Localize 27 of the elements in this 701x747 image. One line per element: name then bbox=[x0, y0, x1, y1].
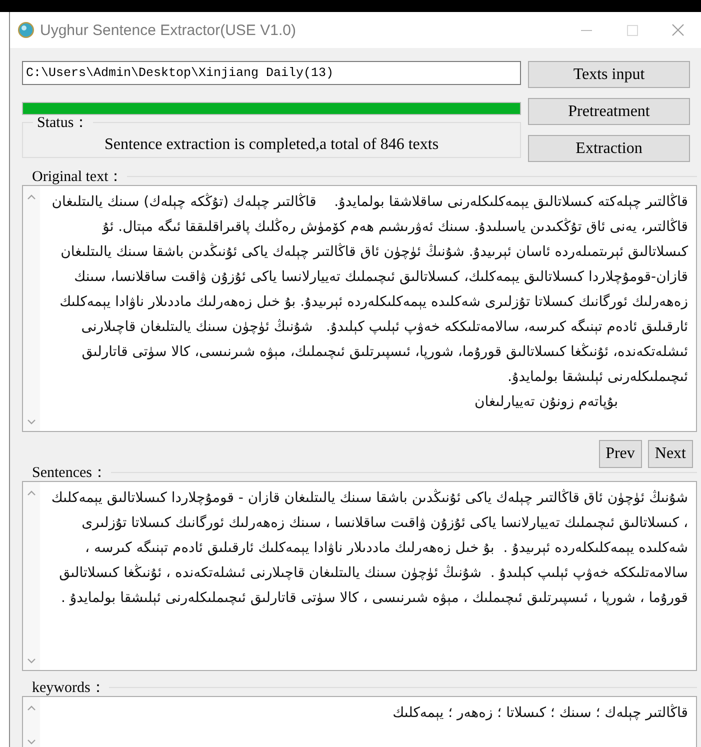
scroll-down-icon[interactable] bbox=[27, 658, 36, 664]
scroll-up-icon[interactable] bbox=[27, 490, 36, 496]
keywords-area[interactable]: قاڭالتىر چېلەك ؛ سىنك ؛ كىسلاتا ؛ زەھەر ؛ يېمەكلىك bbox=[22, 696, 697, 747]
byline-text: بۇپاتەم زونۇن تەييارلىغان bbox=[473, 393, 618, 412]
sentences-label: Sentences： bbox=[31, 464, 108, 482]
sentences-text: شۇنىڭ ئۈچۈن ئاق قاڭالتىر چېلەك ياكى ئۇنىڭدىن باشقا سىنك يالىتلىغان قازان - قومۇچلاردا كىسلاتالىق يېمەكلىك ، كىسلاتالىق ئىچىملىك تەييارلانسا ياكى ئۇزۇن ۋاقىت ساقلانسا ، سىنك زەھەرلىك ئورگانىك كىسلاتا تۇزلىرى شەكلىدە يېمەكلىكلەردە ئېرىيدۇ . بۇ خىل زەھەرلىك ماددىلار ناۋادا يېمەكلىك ئارقىلىق ئادەم تېنىگە كىرسە ، سالامەتلىككە خەۋپ ئېلىپ كېلىدۇ . شۇنىڭ ئۈچۈن سىنك يالىتلىغان قاچىلارنى ئىشلەتكەندە ، ئۇنىڭغا كىسلاتالىق قورۇما ، شورپا ، ئىسپىرتلىق ئىچىملىك ، مېۋە شىرنىسى ، كالا سۈتى قاتارلىق ئىچىملىكلەرنى ئېلىشقا بولمايدۇ . bbox=[50, 488, 688, 608]
keywords-label: keywords： bbox=[31, 679, 106, 697]
next-button[interactable]: Next bbox=[648, 440, 693, 468]
path-field[interactable]: C:\Users\Admin\Desktop\Xinjiang Daily(13) bbox=[22, 61, 521, 85]
previous-button[interactable]: Prev bbox=[598, 440, 642, 468]
window-title: Uyghur Sentence Extractor(USE V1.0) bbox=[40, 22, 297, 38]
scroll-down-icon[interactable] bbox=[27, 739, 36, 745]
extraction-button[interactable]: Extraction bbox=[528, 135, 690, 162]
texts-input-button[interactable]: Texts input bbox=[528, 61, 690, 88]
status-message: Sentence extraction is completed,a total of 846 texts bbox=[103, 136, 440, 154]
globe-icon bbox=[18, 22, 34, 38]
article-text: قاڭالتىر چېلەكتە كىسلاتالىق يېمەكلىكلەرنى ساقلاشقا بولمايدۇ. قاڭالتىر چېلەك (تۇڭكە چېلەك) سىنك يالىتلىغان قاڭالتىر، يەنى ئاق تۇڭكىدىن ياسىلىدۇ. سىنك ئەۋرىشىم ھەم كۆمۈش رەڭلىك پاقىراقلىققا ئىگە مېتال. ئۇ كىسلاتالىق ئېرىتمىلەردە ئاسان ئېرىيدۇ. شۇنىڭ ئۈچۈن ئاق قاڭالتىر چېلەك ياكى ئۇنىڭدىن باشقا سىنك يالىتلىغان قازان-قومۇچلاردا كىسلاتالىق يېمەكلىك، كىسلاتالىق ئىچىملىك تەييارلانسا ياكى ئۇزۇن ۋاقىت ساقلانسا، سىنك زەھەرلىك ئورگانىك كىسلاتا تۇزلىرى شەكلىدە يېمەكلىكلەردە ئېرىيدۇ. بۇ خىل زەھەرلىك ماددىلار ناۋادا يېمەكلىك ئارقىلىق ئادەم تېنىگە كىرسە، سالامەتلىككە خەۋپ ئېلىپ كېلىدۇ. شۇنىڭ ئۈچۈن سىنك يالىتلىغان قاچىلارنى ئىشلەتكەندە، ئۇنىڭغا كىسلاتالىق قورۇما، شورپا، ئىسپىرتلىق ئىچىملىك، مېۋە شىرنىسى، كالا سۈتى قاتارلىق ئىچىملىكلەرنى ئېلىشقا بولمايدۇ. bbox=[50, 192, 688, 387]
pretreatment-button[interactable]: Pretreatment bbox=[528, 98, 690, 125]
scroll-up-icon[interactable] bbox=[27, 705, 36, 711]
maximize-icon[interactable] bbox=[626, 24, 638, 36]
scroll-up-icon[interactable] bbox=[27, 194, 36, 200]
close-icon[interactable] bbox=[672, 24, 684, 36]
keywords-text: قاڭالتىر چېلەك ؛ سىنك ؛ كىسلاتا ؛ زەھەر ؛ يېمەكلىك bbox=[392, 703, 688, 723]
original-text-label: Original text： bbox=[31, 168, 124, 186]
original-text-area[interactable] bbox=[22, 185, 697, 432]
scroll-down-icon[interactable] bbox=[27, 419, 36, 425]
sentences-area[interactable] bbox=[22, 481, 697, 671]
